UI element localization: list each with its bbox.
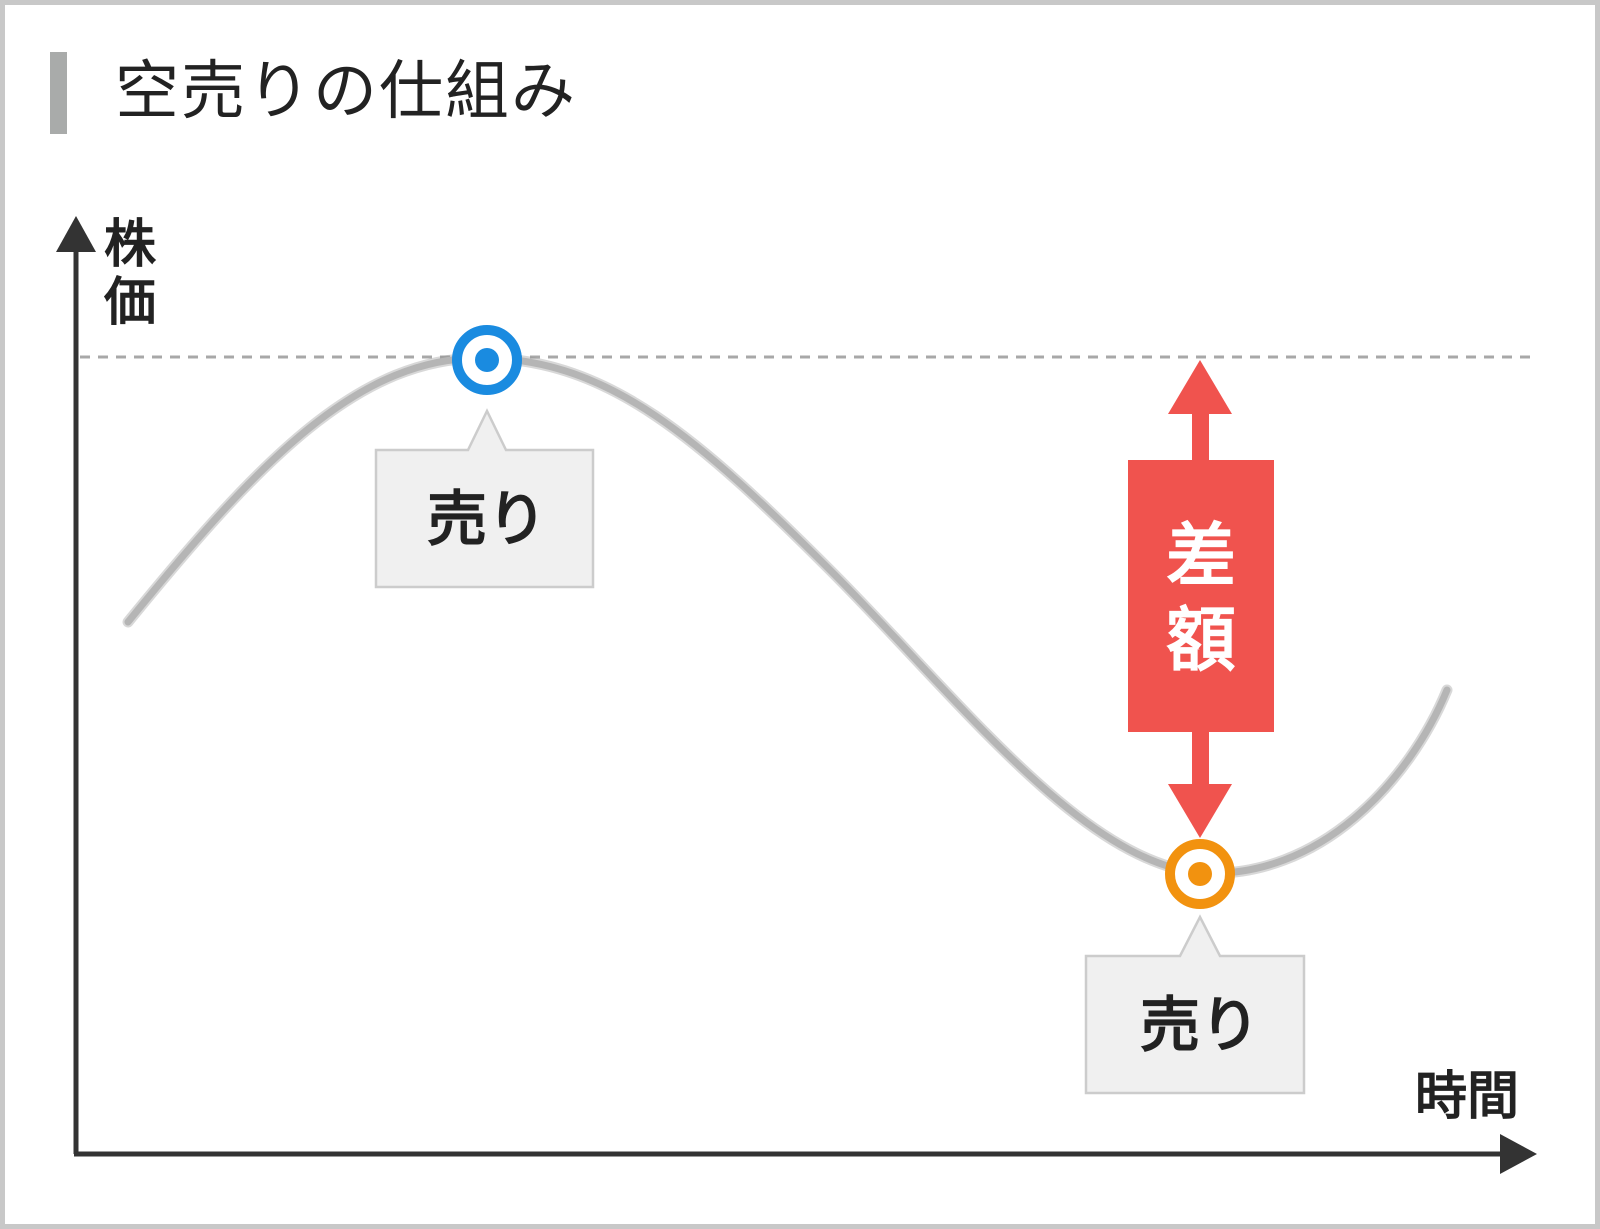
sell-marker-2-dot xyxy=(1188,862,1212,886)
difference-arrow-head-up xyxy=(1168,360,1232,414)
x-axis-label: 時間 xyxy=(1415,1067,1519,1127)
sell-callout-2-label: 売り xyxy=(1140,991,1260,1061)
difference-label-line1: 差 xyxy=(1166,515,1236,597)
difference-label-line2: 額 xyxy=(1166,599,1236,681)
y-axis-label-line1: 株 xyxy=(104,215,157,275)
short-selling-diagram: 株 価 時間 売り 売り 差 額 xyxy=(56,215,1537,1174)
y-axis-label-line2: 価 xyxy=(103,273,156,333)
difference-arrow-head-down xyxy=(1168,784,1232,838)
sell-marker-1-dot xyxy=(475,348,499,372)
x-axis-arrowhead xyxy=(1500,1134,1537,1174)
sell-callout-1-label: 売り xyxy=(427,485,547,555)
y-axis-arrowhead xyxy=(56,216,96,252)
